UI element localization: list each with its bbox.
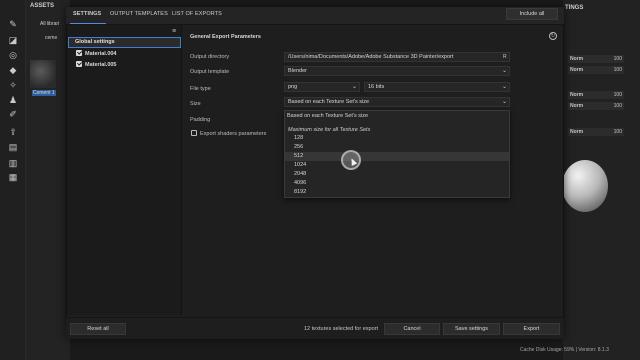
filter-icon[interactable]: ≡ <box>172 28 179 35</box>
file-type-value: png <box>288 84 298 90</box>
blend-mode-label: Norm <box>570 103 584 109</box>
global-settings-item[interactable]: Global settings <box>68 37 181 48</box>
bake-icon[interactable]: ▤ <box>7 141 19 153</box>
assets-title: ASSETS <box>30 3 55 9</box>
blend-mode-row[interactable]: Norm 100 <box>568 128 624 136</box>
geometry-mask-icon[interactable]: ◆ <box>7 64 19 76</box>
blend-mode-label: Norm <box>570 56 584 62</box>
file-type-label: File type <box>190 86 211 92</box>
output-directory-label: Output directory <box>190 54 230 60</box>
opacity-value: 100 <box>613 92 622 98</box>
bit-depth-value: 16 bits <box>368 84 385 90</box>
asset-thumbnail[interactable] <box>30 60 56 88</box>
section-title: General Export Parameters <box>190 34 261 40</box>
blend-mode-row[interactable]: Norm 100 <box>568 66 624 74</box>
opacity-value: 100 <box>613 56 622 62</box>
document-icon[interactable]: ▦ <box>7 171 19 183</box>
export-button[interactable]: Export <box>503 323 560 335</box>
blend-mode-label: Norm <box>570 92 584 98</box>
cancel-button[interactable]: Cancel <box>384 323 440 335</box>
asset-name: Cement 1 <box>32 90 56 96</box>
list-item[interactable]: Material.005 <box>76 61 117 69</box>
assets-library-label[interactable]: All librari <box>40 21 59 27</box>
menu-item-size[interactable]: 2048 <box>294 171 306 177</box>
status-bar: Cache Disk Usage: 59% | Version: 8.1.3 <box>520 347 609 353</box>
export-count: 12 textures selected for export <box>304 326 378 332</box>
paint-brush-icon[interactable]: ✎ <box>7 18 19 30</box>
tab-settings[interactable]: SETTINGS <box>73 11 101 17</box>
left-toolbar: ✎ ◪ ◎ ◆ ✧ ♟ ✐ ⇪ ▤ ▥ ▦ <box>0 0 26 360</box>
menu-item-size[interactable]: 1024 <box>294 162 306 168</box>
menu-hover-highlight <box>285 152 509 161</box>
blend-mode-row[interactable]: Norm 100 <box>568 102 624 110</box>
file-type-select[interactable]: png ⌄ <box>284 82 360 92</box>
dropper-icon[interactable]: ✐ <box>7 108 19 120</box>
menu-item-size[interactable]: 128 <box>294 135 303 141</box>
output-directory-field[interactable]: /Users/nima/Documents/Adobe/Adobe Substa… <box>284 52 510 62</box>
list-item[interactable]: Material.004 <box>76 50 117 58</box>
include-all-button[interactable]: Include all <box>506 8 558 20</box>
figure-icon[interactable]: ♟ <box>7 94 19 106</box>
checkbox-checked-icon[interactable] <box>76 61 82 67</box>
assets-search-input[interactable]: ceme <box>45 35 57 41</box>
output-template-value: Blender <box>288 68 307 74</box>
blend-mode-row[interactable]: Norm 100 <box>568 55 624 63</box>
right-panel-title: TINGS <box>565 5 584 11</box>
menu-item-size[interactable]: 512 <box>294 153 303 159</box>
assets-panel <box>26 0 70 360</box>
padding-label: Padding <box>190 117 211 123</box>
tab-list-of-exports[interactable]: LIST OF EXPORTS <box>172 11 222 17</box>
chevron-down-icon: ⌄ <box>501 84 507 90</box>
blend-mode-label: Norm <box>570 129 584 135</box>
blend-mode-row[interactable]: Norm 100 <box>568 91 624 99</box>
material-name: Material.005 <box>85 62 117 68</box>
picker-icon[interactable]: ✧ <box>7 79 19 91</box>
chevron-down-icon: ⌄ <box>501 99 507 105</box>
export-shaders-label: Export shaders parameters <box>200 131 267 137</box>
active-tab-indicator <box>70 23 106 24</box>
checkbox-unchecked-icon[interactable] <box>191 130 197 136</box>
opacity-value: 100 <box>613 103 622 109</box>
size-select[interactable]: Based on each Texture Set's size ⌄ <box>284 97 510 107</box>
menu-section-header: Maximum size for all Texture Sets <box>288 127 371 133</box>
output-directory-value: /Users/nima/Documents/Adobe/Adobe Substa… <box>288 54 454 60</box>
size-value: Based on each Texture Set's size <box>288 99 370 105</box>
checkbox-checked-icon[interactable] <box>76 50 82 56</box>
size-label: Size <box>190 101 201 107</box>
chevron-down-icon: ⌄ <box>351 84 357 90</box>
export-shaders-checkbox[interactable]: Export shaders parameters <box>191 130 266 137</box>
material-name: Material.004 <box>85 51 117 57</box>
output-template-select[interactable]: Blender ⌄ <box>284 66 510 76</box>
eraser-icon[interactable]: ◪ <box>7 34 19 46</box>
output-template-label: Output template <box>190 69 230 75</box>
menu-item-size[interactable]: 8192 <box>294 189 306 195</box>
opacity-value: 100 <box>613 67 622 73</box>
opacity-value: 100 <box>613 129 622 135</box>
menu-item-texture-set-size[interactable]: Based on each Texture Set's size <box>287 113 368 119</box>
save-settings-button[interactable]: Save settings <box>443 323 500 335</box>
bit-depth-select[interactable]: 16 bits ⌄ <box>364 82 510 92</box>
menu-item-size[interactable]: 256 <box>294 144 303 150</box>
browse-directory-button[interactable]: R <box>503 54 507 60</box>
layers-icon[interactable]: ▥ <box>7 157 19 169</box>
refresh-icon[interactable]: ↻ <box>549 32 557 40</box>
tab-output-templates[interactable]: OUTPUT TEMPLATES <box>110 11 168 17</box>
projection-icon[interactable]: ◎ <box>7 49 19 61</box>
reset-all-button[interactable]: Reset all <box>70 323 126 335</box>
chevron-down-icon: ⌄ <box>501 68 507 74</box>
menu-item-size[interactable]: 4096 <box>294 180 306 186</box>
blend-mode-label: Norm <box>570 67 584 73</box>
export-icon[interactable]: ⇪ <box>7 126 19 138</box>
material-preview-sphere <box>562 160 608 212</box>
